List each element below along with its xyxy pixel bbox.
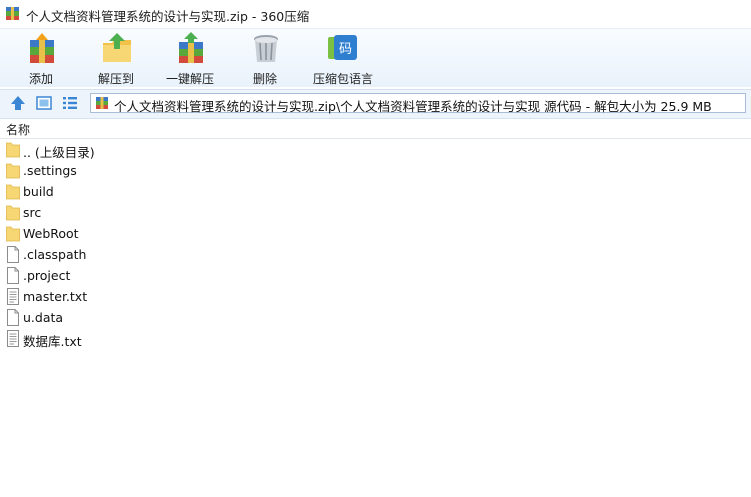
extract-to-label: 解压到 (97, 72, 134, 86)
list-item[interactable]: 数据库.txt (0, 328, 751, 349)
language-code-icon: 码 (328, 35, 357, 60)
one-click-extract-label: 一键解压 (165, 72, 214, 86)
archive-quick-extract-icon (179, 32, 203, 63)
title-bar: 个人文档资料管理系统的设计与实现.zip - 360压缩 (0, 0, 751, 29)
item-name: .. (上级目录) (23, 145, 95, 160)
trash-bin-icon (254, 35, 278, 62)
add-button[interactable]: 添加 (9, 29, 73, 87)
list-item[interactable]: .settings (0, 160, 751, 181)
one-click-extract-button[interactable]: 一键解压 (158, 29, 222, 87)
file-icon (7, 267, 19, 284)
window-title: 个人文档资料管理系统的设计与实现.zip - 360压缩 (26, 9, 310, 24)
address-bar[interactable]: 个人文档资料管理系统的设计与实现.zip\个人文档资料管理系统的设计与实现 源代… (90, 93, 746, 114)
folder-icon (6, 163, 20, 179)
folder-icon (6, 142, 20, 158)
file-icon (7, 246, 19, 263)
list-item[interactable]: u.data (0, 307, 751, 328)
text-file-icon (7, 330, 19, 347)
large-icon-view-icon[interactable] (35, 94, 53, 112)
list-item[interactable]: src (0, 202, 751, 223)
address-path: 个人文档资料管理系统的设计与实现.zip\个人文档资料管理系统的设计与实现 源代… (114, 99, 712, 114)
list-item[interactable]: build (0, 181, 751, 202)
archive-add-icon (30, 33, 54, 63)
list-view-icon[interactable] (61, 94, 79, 112)
file-icon (7, 309, 19, 326)
navigation-bar: 个人文档资料管理系统的设计与实现.zip\个人文档资料管理系统的设计与实现 源代… (0, 89, 751, 119)
archive-language-label: 压缩包语言 (312, 72, 373, 86)
archive-language-button[interactable]: 码 压缩包语言 (308, 29, 378, 87)
item-name: .classpath (23, 247, 87, 262)
list-item[interactable]: master.txt (0, 286, 751, 307)
item-name: WebRoot (23, 226, 79, 241)
item-name: .project (23, 268, 71, 283)
delete-label: 删除 (252, 72, 277, 86)
language-icon-text: 码 (339, 42, 352, 57)
toolbar: 添加 解压到 一键解压 删除 码 压缩包语言 (0, 29, 751, 87)
list-item[interactable]: .classpath (0, 244, 751, 265)
extract-to-button[interactable]: 解压到 (84, 29, 148, 87)
list-item[interactable]: .project (0, 265, 751, 286)
item-name: master.txt (23, 289, 88, 304)
list-item[interactable]: WebRoot (0, 223, 751, 244)
list-item[interactable]: .. (上级目录) (0, 139, 751, 160)
delete-button[interactable]: 删除 (233, 29, 297, 87)
archive-icon (6, 7, 19, 20)
folder-icon (6, 226, 20, 242)
item-name: .settings (23, 163, 77, 178)
text-file-icon (7, 288, 19, 305)
add-label: 添加 (28, 72, 53, 86)
item-name: build (23, 184, 54, 199)
column-header-name[interactable]: 名称 (0, 119, 751, 139)
folder-icon (6, 205, 20, 221)
item-name: 数据库.txt (23, 334, 82, 349)
archive-extract-icon (103, 33, 131, 62)
archive-icon (96, 97, 108, 109)
up-arrow-icon[interactable] (9, 94, 27, 112)
column-name-label: 名称 (6, 123, 31, 137)
item-name: u.data (23, 310, 64, 325)
item-name: src (23, 205, 42, 220)
folder-icon (6, 184, 20, 200)
